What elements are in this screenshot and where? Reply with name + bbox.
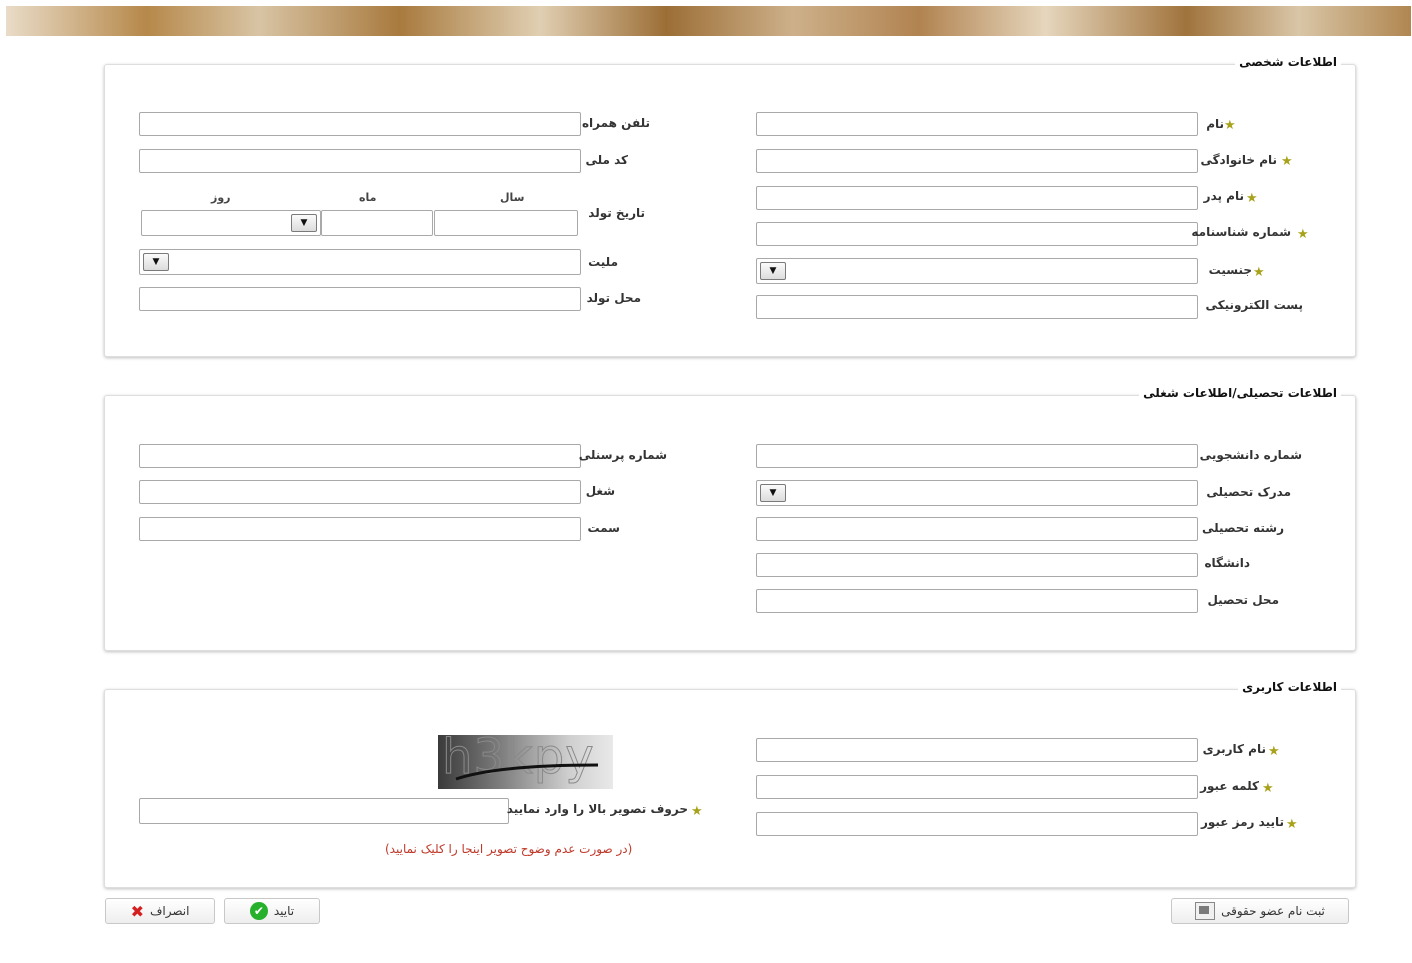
chevron-down-icon[interactable]: ▼	[291, 214, 317, 232]
cancel-button-label: انصراف	[149, 904, 190, 918]
required-star-icon: ★	[1253, 265, 1265, 280]
university-label: دانشگاه	[1204, 556, 1250, 570]
confirm-button-label: تایید	[273, 904, 295, 918]
degree-select[interactable]: ▼	[756, 480, 1198, 506]
name-input[interactable]	[756, 112, 1198, 136]
id-number-label: شماره شناسنامه	[1191, 225, 1291, 239]
name-label: نام	[1206, 117, 1224, 131]
mobile-input[interactable]	[139, 112, 581, 136]
cancel-button[interactable]: انصراف ✖	[105, 898, 215, 924]
job-label: شغل	[585, 484, 615, 498]
nationality-select[interactable]: ▼	[139, 249, 581, 275]
required-star-icon: ★	[1268, 744, 1280, 759]
day-label: روز	[211, 191, 231, 204]
legal-member-register-label: ثبت نام عضو حقوقی	[1221, 904, 1325, 918]
captcha-line	[455, 763, 599, 781]
password-input[interactable]	[756, 775, 1198, 799]
birth-day-select[interactable]: ▼	[141, 210, 321, 236]
register-icon	[1195, 902, 1216, 920]
email-input[interactable]	[756, 295, 1198, 319]
captcha-label: حروف تصویر بالا را وارد نمایید	[506, 802, 688, 816]
birth-month-input[interactable]	[321, 210, 433, 236]
personal-info-panel: اطلاعات شخصی نام ★ نام خانوادگی ★ نام پد…	[104, 55, 1356, 357]
education-info-title: اطلاعات تحصیلی/اطلاعات شغلی	[1139, 386, 1341, 400]
position-input[interactable]	[139, 517, 581, 541]
required-star-icon: ★	[1262, 781, 1274, 796]
month-label: ماه	[359, 191, 377, 204]
id-number-input[interactable]	[756, 222, 1198, 246]
job-input[interactable]	[139, 480, 581, 504]
year-label: سال	[500, 191, 525, 204]
header-banner	[6, 6, 1411, 36]
birth-year-input[interactable]	[434, 210, 578, 236]
chevron-down-icon[interactable]: ▼	[143, 253, 169, 271]
chevron-down-icon[interactable]: ▼	[760, 262, 786, 280]
username-input[interactable]	[756, 738, 1198, 762]
study-place-label: محل تحصیل	[1207, 593, 1279, 607]
confirm-password-label: تایید رمز عبور	[1200, 815, 1284, 829]
study-place-input[interactable]	[756, 589, 1198, 613]
required-star-icon: ★	[691, 804, 703, 819]
email-label: پست الکترونیکی	[1205, 298, 1303, 312]
gender-select[interactable]: ▼	[756, 258, 1198, 284]
university-input[interactable]	[756, 553, 1198, 577]
check-icon: ✔	[249, 902, 268, 920]
password-label: کلمه عبور	[1200, 779, 1259, 793]
gender-label: جنسیت	[1208, 263, 1252, 277]
mobile-label: تلفن همراه	[581, 116, 650, 130]
national-code-input[interactable]	[139, 149, 581, 173]
birth-place-input[interactable]	[139, 287, 581, 311]
father-name-input[interactable]	[756, 186, 1198, 210]
personnel-number-input[interactable]	[139, 444, 581, 468]
field-of-study-input[interactable]	[756, 517, 1198, 541]
family-input[interactable]	[756, 149, 1198, 173]
student-number-input[interactable]	[756, 444, 1198, 468]
required-star-icon: ★	[1281, 154, 1293, 169]
user-info-panel: اطلاعات کاربری نام کاربری ★ کلمه عبور ★ …	[104, 680, 1356, 888]
birth-place-label: محل تولد	[586, 291, 641, 305]
personnel-number-label: شماره پرسنلی	[578, 448, 667, 462]
family-label: نام خانوادگی	[1200, 153, 1277, 167]
captcha-input[interactable]	[139, 798, 509, 824]
legal-member-register-button[interactable]: ثبت نام عضو حقوقی	[1171, 898, 1349, 924]
personal-info-title: اطلاعات شخصی	[1235, 55, 1341, 69]
nationality-label: ملیت	[588, 255, 618, 269]
confirm-password-input[interactable]	[756, 812, 1198, 836]
required-star-icon: ★	[1286, 817, 1298, 832]
student-number-label: شماره دانشجویی	[1199, 448, 1302, 462]
captcha-refresh-link[interactable]: (در صورت عدم وضوح تصویر اینجا را کلیک نم…	[385, 842, 632, 856]
chevron-down-icon[interactable]: ▼	[760, 484, 786, 502]
captcha-image: h3kpy	[438, 735, 613, 789]
confirm-button[interactable]: تایید ✔	[224, 898, 320, 924]
required-star-icon: ★	[1224, 118, 1236, 133]
required-star-icon: ★	[1297, 227, 1309, 242]
field-of-study-label: رشته تحصیلی	[1202, 521, 1284, 535]
national-code-label: کد ملی	[585, 153, 628, 167]
birth-date-label: تاریخ تولد	[588, 206, 645, 220]
position-label: سمت	[587, 521, 620, 535]
degree-label: مدرک تحصیلی	[1206, 485, 1291, 499]
user-info-title: اطلاعات کاربری	[1238, 680, 1341, 694]
education-info-panel: اطلاعات تحصیلی/اطلاعات شغلی شماره دانشجو…	[104, 386, 1356, 651]
close-icon: ✖	[130, 901, 144, 921]
username-label: نام کاربری	[1202, 742, 1266, 756]
father-name-label: نام پدر	[1203, 189, 1244, 203]
required-star-icon: ★	[1246, 191, 1258, 206]
